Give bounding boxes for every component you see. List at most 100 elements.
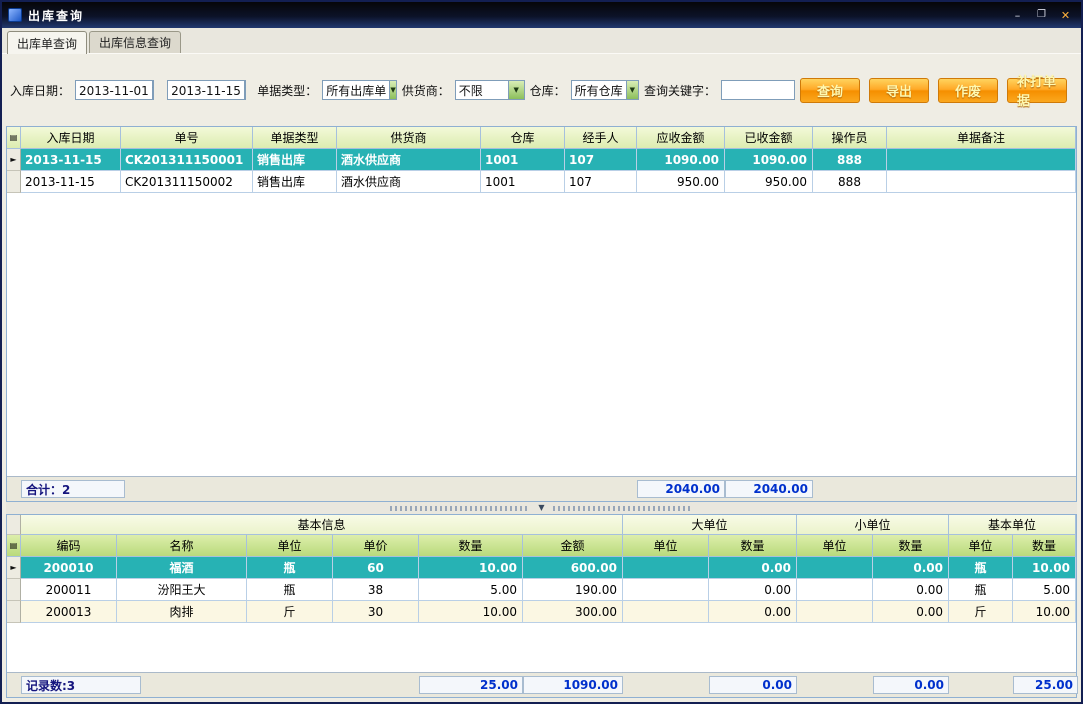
table-row[interactable]: ► 200010 福酒 瓶 60 10.00 600.00 0.00 0.00 … <box>7 557 1076 579</box>
table-cell: 5.00 <box>419 579 523 601</box>
date-from-select[interactable]: 2013-11-01 ▼ <box>75 80 155 100</box>
dropdown-arrow-icon: ▼ <box>389 81 396 99</box>
tab-outbound-order-query[interactable]: 出库单查询 <box>7 31 88 54</box>
table-cell: 190.00 <box>523 579 623 601</box>
close-icon[interactable]: ✕ <box>1056 7 1075 23</box>
splitter-grip <box>552 505 693 511</box>
table-cell: 888 <box>813 171 887 193</box>
app-window: 出库查询 – ❐ ✕ 出库单查询 出库信息查询 入库日期： 2013-11-01… <box>0 0 1083 704</box>
table-cell <box>797 557 873 579</box>
amount-total: 1090.00 <box>523 676 623 694</box>
action-buttons: 查询 导出 作废 补打单据 <box>800 75 1073 109</box>
qty-total: 25.00 <box>419 676 523 694</box>
small-unit-qty-total: 0.00 <box>873 676 949 694</box>
table-cell: 200010 <box>21 557 117 579</box>
column-header[interactable]: 仓库 <box>481 127 565 149</box>
table-cell: 瓶 <box>949 579 1013 601</box>
splitter-collapse-icon[interactable]: ▼ <box>538 504 544 512</box>
doc-type-select[interactable]: 所有出库单 ▼ <box>322 80 397 100</box>
column-header[interactable]: 入库日期 <box>21 127 121 149</box>
table-cell: 300.00 <box>523 601 623 623</box>
table-cell: 107 <box>565 171 637 193</box>
column-header[interactable]: 单价 <box>333 535 419 557</box>
table-cell: 0.00 <box>873 557 949 579</box>
minimize-icon[interactable]: – <box>1008 7 1027 23</box>
main-table: ▤ 入库日期 单号 单据类型 供货商 仓库 经手人 应收金额 已收金额 操作员 … <box>6 126 1077 502</box>
table-cell: CK201311150002 <box>121 171 253 193</box>
table-cell: 1001 <box>481 171 565 193</box>
content-panel: 入库日期： 2013-11-01 ▼ 2013-11-15 ▼ 单据类型： 所有… <box>2 54 1081 702</box>
export-button[interactable]: 导出 <box>869 77 930 103</box>
reprint-button[interactable]: 补打单据 <box>1007 75 1068 109</box>
detail-table: 基本信息 大单位 小单位 基本单位 ▤ 编码 名称 单位 单价 数量 金额 单位… <box>6 514 1078 698</box>
supplier-value: 不限 <box>458 84 483 98</box>
table-cell: 1001 <box>481 149 565 171</box>
tab-outbound-info-query[interactable]: 出库信息查询 <box>89 31 182 53</box>
column-header[interactable]: 数量 <box>709 535 797 557</box>
table-cell: 60 <box>333 557 419 579</box>
table-cell: 酒水供应商 <box>337 171 481 193</box>
dropdown-arrow-icon: ▼ <box>243 81 246 99</box>
main-table-footer: 合计：2 2040.00 2040.00 <box>7 476 1076 501</box>
row-gutter <box>7 579 21 601</box>
splitter-grip <box>390 505 531 511</box>
column-header[interactable]: 单位 <box>623 535 709 557</box>
table-cell: 0.00 <box>873 601 949 623</box>
column-header[interactable]: 单据类型 <box>253 127 337 149</box>
group-header: 大单位 <box>623 515 797 535</box>
table-cell <box>887 171 1076 193</box>
column-header[interactable]: 已收金额 <box>725 127 813 149</box>
column-header[interactable]: 单号 <box>121 127 253 149</box>
column-header[interactable]: 金额 <box>523 535 623 557</box>
table-cell <box>623 601 709 623</box>
table-cell: 销售出库 <box>253 171 337 193</box>
column-header[interactable]: 单位 <box>949 535 1013 557</box>
table-cell <box>887 149 1076 171</box>
table-cell: 1090.00 <box>725 149 813 171</box>
warehouse-select[interactable]: 所有仓库 ▼ <box>570 80 639 100</box>
void-button[interactable]: 作废 <box>938 77 999 103</box>
detail-table-footer: 记录数:3 25.00 1090.00 0.00 0.00 25.00 <box>7 672 1078 697</box>
table-cell <box>623 579 709 601</box>
group-corner <box>7 515 21 535</box>
filter-bar: 入库日期： 2013-11-01 ▼ 2013-11-15 ▼ 单据类型： 所有… <box>6 54 1077 126</box>
window-title: 出库查询 <box>28 8 85 23</box>
table-row[interactable]: 2013-11-15 CK201311150002 销售出库 酒水供应商 100… <box>7 171 1076 193</box>
table-cell <box>797 601 873 623</box>
doc-type-label: 单据类型： <box>257 83 318 98</box>
column-header[interactable]: 供货商 <box>337 127 481 149</box>
column-header[interactable]: 应收金额 <box>637 127 725 149</box>
table-cell: 5.00 <box>1013 579 1076 601</box>
table-cell: 38 <box>333 579 419 601</box>
table-cell: 销售出库 <box>253 149 337 171</box>
table-cell: 2013-11-15 <box>21 171 121 193</box>
column-header[interactable]: 经手人 <box>565 127 637 149</box>
dropdown-arrow-icon: ▼ <box>507 81 524 99</box>
table-row[interactable]: ► 2013-11-15 CK201311150001 销售出库 酒水供应商 1… <box>7 149 1076 171</box>
table-cell: 30 <box>333 601 419 623</box>
supplier-select[interactable]: 不限 ▼ <box>454 80 525 100</box>
table-cell: 10.00 <box>1013 601 1076 623</box>
column-header[interactable]: 数量 <box>419 535 523 557</box>
table-cell: 950.00 <box>637 171 725 193</box>
query-button[interactable]: 查询 <box>800 77 861 103</box>
keyword-label: 查询关键字： <box>644 83 717 98</box>
column-header[interactable]: 数量 <box>873 535 949 557</box>
group-header: 小单位 <box>797 515 949 535</box>
column-header[interactable]: 名称 <box>117 535 247 557</box>
grid-splitter[interactable]: ▼ <box>6 502 1077 514</box>
maximize-icon[interactable]: ❐ <box>1032 7 1051 23</box>
column-header[interactable]: 数量 <box>1013 535 1076 557</box>
column-header[interactable]: 编码 <box>21 535 117 557</box>
column-header[interactable]: 单据备注 <box>887 127 1076 149</box>
big-unit-qty-total: 0.00 <box>709 676 797 694</box>
column-header[interactable]: 操作员 <box>813 127 887 149</box>
column-header[interactable]: 单位 <box>797 535 873 557</box>
row-pointer-icon: ► <box>7 557 21 579</box>
table-row[interactable]: 200011 汾阳王大 瓶 38 5.00 190.00 0.00 0.00 瓶… <box>7 579 1076 601</box>
table-cell: 0.00 <box>709 579 797 601</box>
table-row[interactable]: 200013 肉排 斤 30 10.00 300.00 0.00 0.00 斤 … <box>7 601 1076 623</box>
keyword-input[interactable] <box>721 80 796 100</box>
column-header[interactable]: 单位 <box>247 535 333 557</box>
date-to-select[interactable]: 2013-11-15 ▼ <box>167 80 247 100</box>
